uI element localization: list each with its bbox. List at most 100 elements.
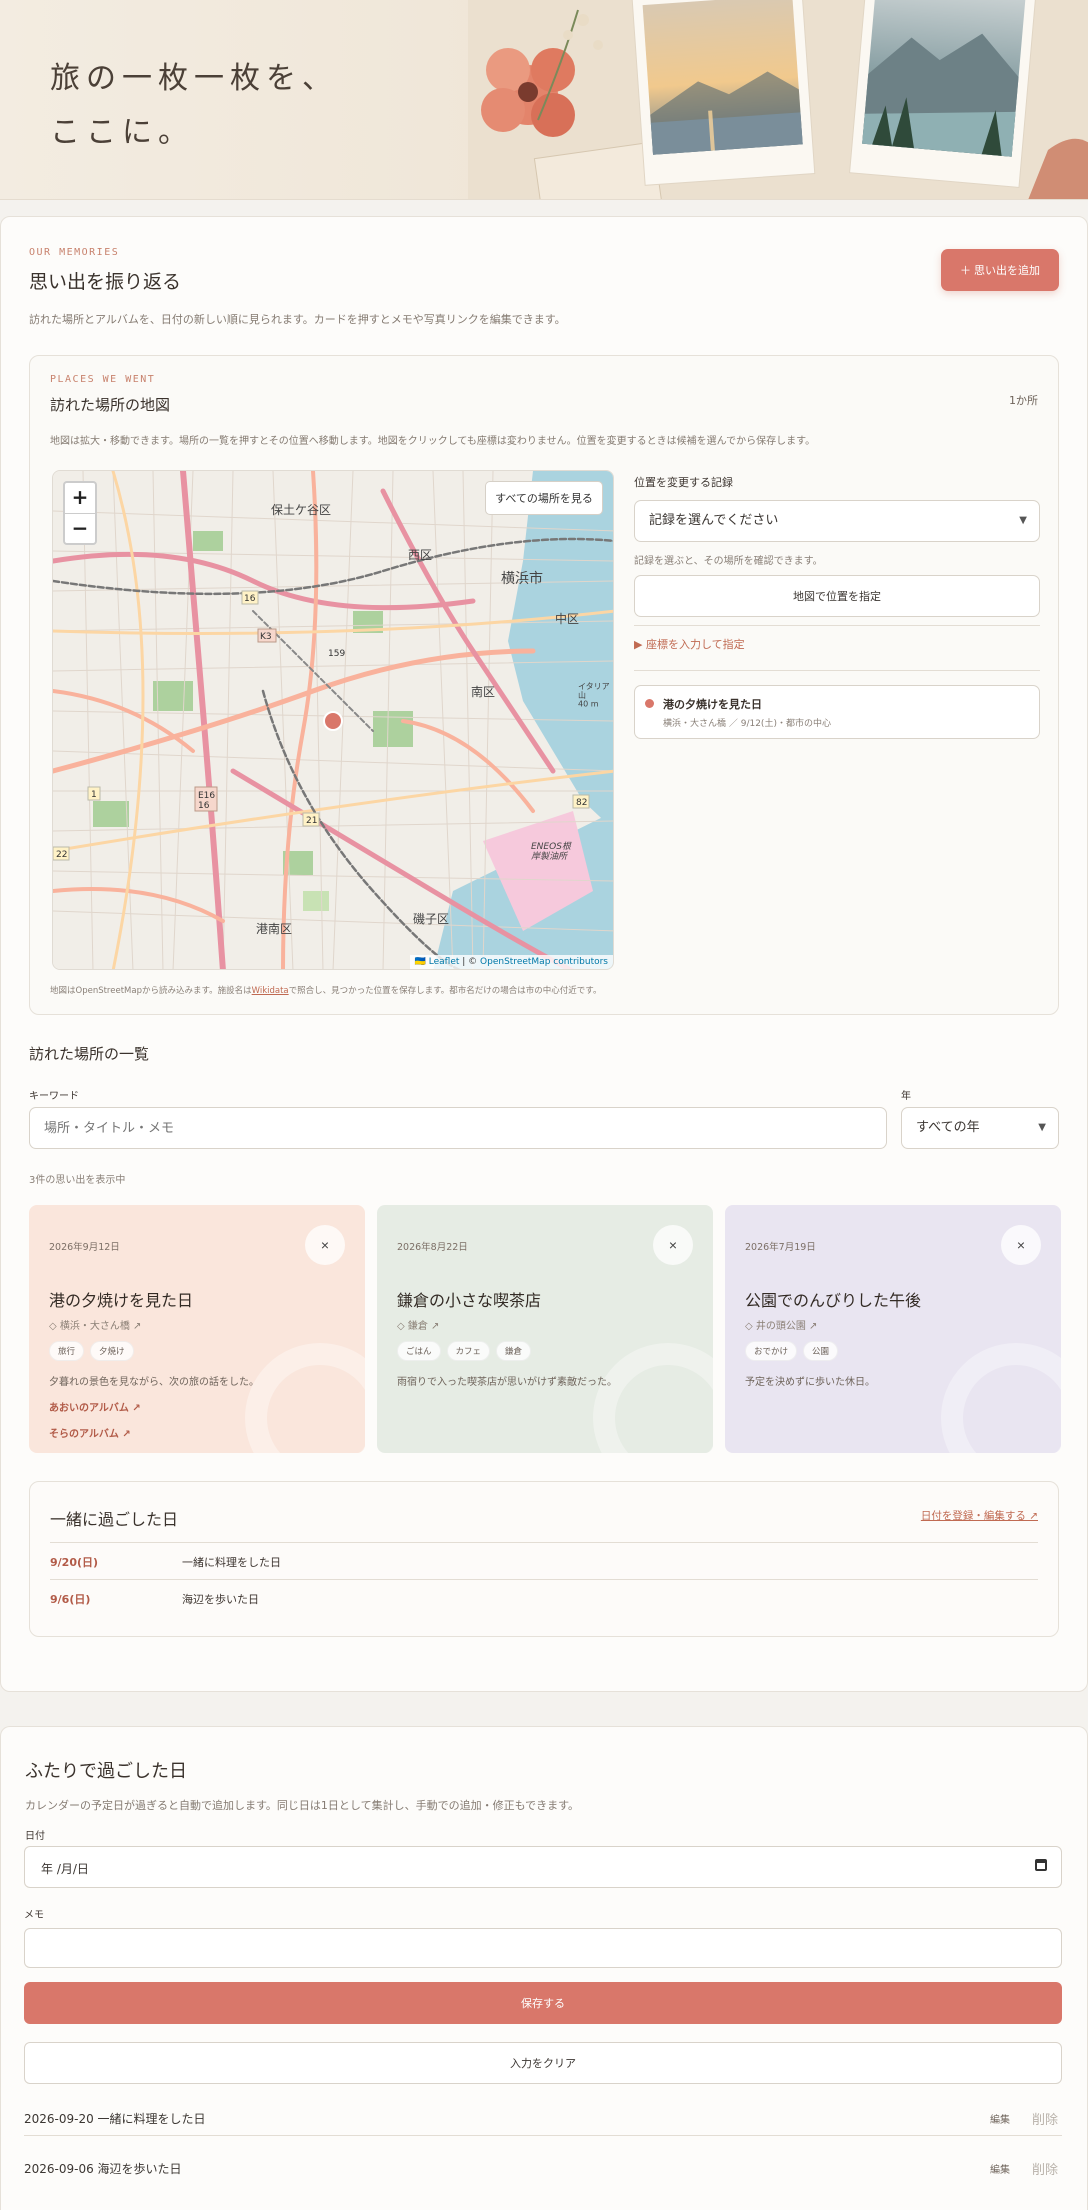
map-eyebrow: PLACES WE WENT [50,374,156,385]
tag: 公園 [803,1341,839,1361]
memory-card[interactable]: 2026年8月22日 × 鎌倉の小さな喫茶店 ◇ 鎌倉 ↗ ごはん カフェ 鎌倉… [377,1205,713,1453]
memory-note: 予定を決めずに歩いた休日。 [745,1377,875,1388]
label-nishi: 西区 [408,548,432,562]
together-text: 海辺を歩いた日 [182,1593,259,1606]
label-isogo: 磯子区 [413,912,449,926]
together-date: 9/6(日) [50,1593,91,1606]
delete-memory-button[interactable]: × [653,1225,693,1265]
delete-memory-button[interactable]: × [305,1225,345,1265]
save-button[interactable]: 保存する [24,1982,1062,2024]
memo-label: メモ [24,1910,44,1921]
tag: おでかけ [745,1341,798,1361]
place-item-sub: 横浜・大さん橋 ／ 9/12(土)・都市の中心 [663,719,831,729]
year-select[interactable]: すべての年 ▼ [901,1107,1059,1149]
map-view[interactable]: K3 E16 16 21 82 22 1 16 159 保土ケ谷区 西区 横浜市 … [52,470,614,970]
label-naka: 中区 [555,611,579,626]
map-marker-icon [323,711,343,731]
memories-title: 思い出を振り返る [29,271,182,293]
memory-place-link[interactable]: ◇ 横浜・大さん橋 ↗ [49,1317,141,1332]
chevron-down-icon: ▼ [1019,515,1027,526]
record-label: 位置を変更する記録 [634,476,733,489]
zoom-control: + − [63,481,97,545]
delete-entry-button[interactable]: 削除 [1032,2109,1058,2128]
zoom-in-button[interactable]: + [65,483,95,513]
tag: カフェ [446,1341,491,1361]
clear-input-button[interactable]: 入力をクリア [24,2042,1062,2084]
memory-card[interactable]: 2026年9月12日 × 港の夕焼けを見た日 ◇ 横浜・大さん橋 ↗ 旅行 夕焼… [29,1205,365,1453]
place-list-item[interactable]: 港の夕焼けを見た日 横浜・大さん橋 ／ 9/12(土)・都市の中心 [634,685,1040,739]
memo-input[interactable] [24,1928,1062,1968]
edit-entry-button[interactable]: 編集 [990,2111,1010,2126]
memory-date: 2026年7月19日 [745,1242,816,1253]
calendar-icon[interactable] [1035,1859,1047,1871]
tag: 夕焼け [90,1341,134,1361]
days-title: ふたりで過ごした日 [25,1761,187,1782]
map-footnote: 地図はOpenStreetMapから読み込みます。施設名はWikidataで照合… [50,986,602,996]
label-21: 21 [306,816,317,826]
label-16: 16 [244,594,256,604]
keyword-label: キーワード [29,1091,79,1102]
add-memory-button[interactable]: ＋ 思い出を追加 [941,249,1059,291]
leaflet-link[interactable]: 🇺🇦 Leaflet [415,957,460,967]
entry-row: 2026-09-20 一緒に料理をした日 編集 削除 [24,2102,1062,2136]
memory-card[interactable]: 2026年7月19日 × 公園でのんびりした午後 ◇ 井の頭公園 ↗ おでかけ … [725,1205,1061,1453]
memories-eyebrow: OUR MEMORIES [29,247,120,258]
location-editor: 位置を変更する記録 記録を選んでください ▼ 記録を選ぶと、その場所を確認できま… [634,470,1040,739]
label-konan: 港南区 [256,921,292,936]
hero-banner: 旅の一枚一枚を、 ここに。 [0,0,1088,200]
memory-place-link[interactable]: ◇ 井の頭公園 ↗ [745,1317,817,1332]
set-on-map-button[interactable]: 地図で位置を指定 [634,575,1040,617]
tag: ごはん [397,1341,441,1361]
label-1: 1 [91,790,97,800]
memory-date: 2026年8月22日 [397,1242,468,1253]
memories-section: OUR MEMORIES 思い出を振り返る 訪れた場所とアルバムを、日付の新しい… [0,216,1088,1692]
wikidata-link[interactable]: Wikidata [252,986,289,996]
memory-tags: 旅行 夕焼け [49,1341,134,1361]
result-count: 3件の思い出を表示中 [29,1175,126,1186]
list-title: 訪れた場所の一覧 [29,1045,150,1063]
osm-link[interactable]: OpenStreetMap contributors [480,957,608,967]
memory-place-link[interactable]: ◇ 鎌倉 ↗ [397,1317,439,1332]
memory-note: 夕暮れの景色を見ながら、次の旅の話をした。 [49,1377,259,1388]
map-tiles: K3 E16 16 21 82 22 1 16 159 保土ケ谷区 西区 横浜市 … [53,471,613,969]
label-minami: 南区 [471,684,495,699]
date-label: 日付 [25,1831,45,1842]
zoom-out-button[interactable]: − [65,513,95,543]
place-dot-icon [645,699,654,708]
label-22: 22 [56,850,67,860]
coordinate-toggle[interactable]: ▶ 座標を入力して指定 [634,636,1040,652]
map-description: 地図は拡大・移動できます。場所の一覧を押すとその位置へ移動します。地図をクリック… [50,436,816,447]
memory-tags: おでかけ 公園 [745,1341,839,1361]
label-159: 159 [328,649,345,659]
label-k3: K3 [260,632,272,642]
entry-text: 2026-09-20 一緒に料理をした日 [24,2112,206,2126]
delete-entry-button[interactable]: 削除 [1032,2159,1058,2178]
edit-dates-link[interactable]: 日付を登録・編集する ↗ [921,1508,1038,1523]
tag: 旅行 [49,1341,85,1361]
days-together-section: ふたりで過ごした日 カレンダーの予定日が過ぎると自動で追加します。同じ日は1日と… [0,1726,1088,2210]
memory-title: 公園でのんびりした午後 [745,1291,922,1310]
album-link-sora[interactable]: そらのアルバム ↗ [49,1425,131,1440]
together-date: 9/20(日) [50,1556,99,1569]
show-all-places-button[interactable]: すべての場所を見る [485,481,603,515]
album-link-aoi[interactable]: あおいのアルバム ↗ [49,1399,141,1414]
place-item-title: 港の夕焼けを見た日 [663,698,762,711]
hero-title: 旅の一枚一枚を、 ここに。 [50,61,338,150]
memories-description: 訪れた場所とアルバムを、日付の新しい順に見られます。カードを押すとメモや写真リン… [29,313,566,326]
chevron-down-icon: ▼ [1038,1122,1046,1133]
label-82: 82 [576,798,587,808]
keyword-input[interactable] [29,1107,887,1149]
year-label: 年 [901,1091,911,1102]
label-eneos: ENEOS根岸製油所 [531,841,572,862]
delete-memory-button[interactable]: × [1001,1225,1041,1265]
record-select[interactable]: 記録を選んでください ▼ [634,500,1040,542]
map-attribution: 🇺🇦 Leaflet | © OpenStreetMap contributor… [409,955,613,969]
edit-entry-button[interactable]: 編集 [990,2161,1010,2176]
entry-text: 2026-09-06 海辺を歩いた日 [24,2162,182,2176]
map-panel: PLACES WE WENT 訪れた場所の地図 1か所 地図は拡大・移動できます… [29,355,1059,1015]
label-yokohama: 横浜市 [501,570,543,587]
place-count: 1か所 [1009,394,1038,407]
date-input[interactable]: 年 /月/日 [24,1846,1062,1888]
together-title: 一緒に過ごした日 [50,1510,179,1529]
record-help: 記録を選ぶと、その場所を確認できます。 [634,556,823,567]
